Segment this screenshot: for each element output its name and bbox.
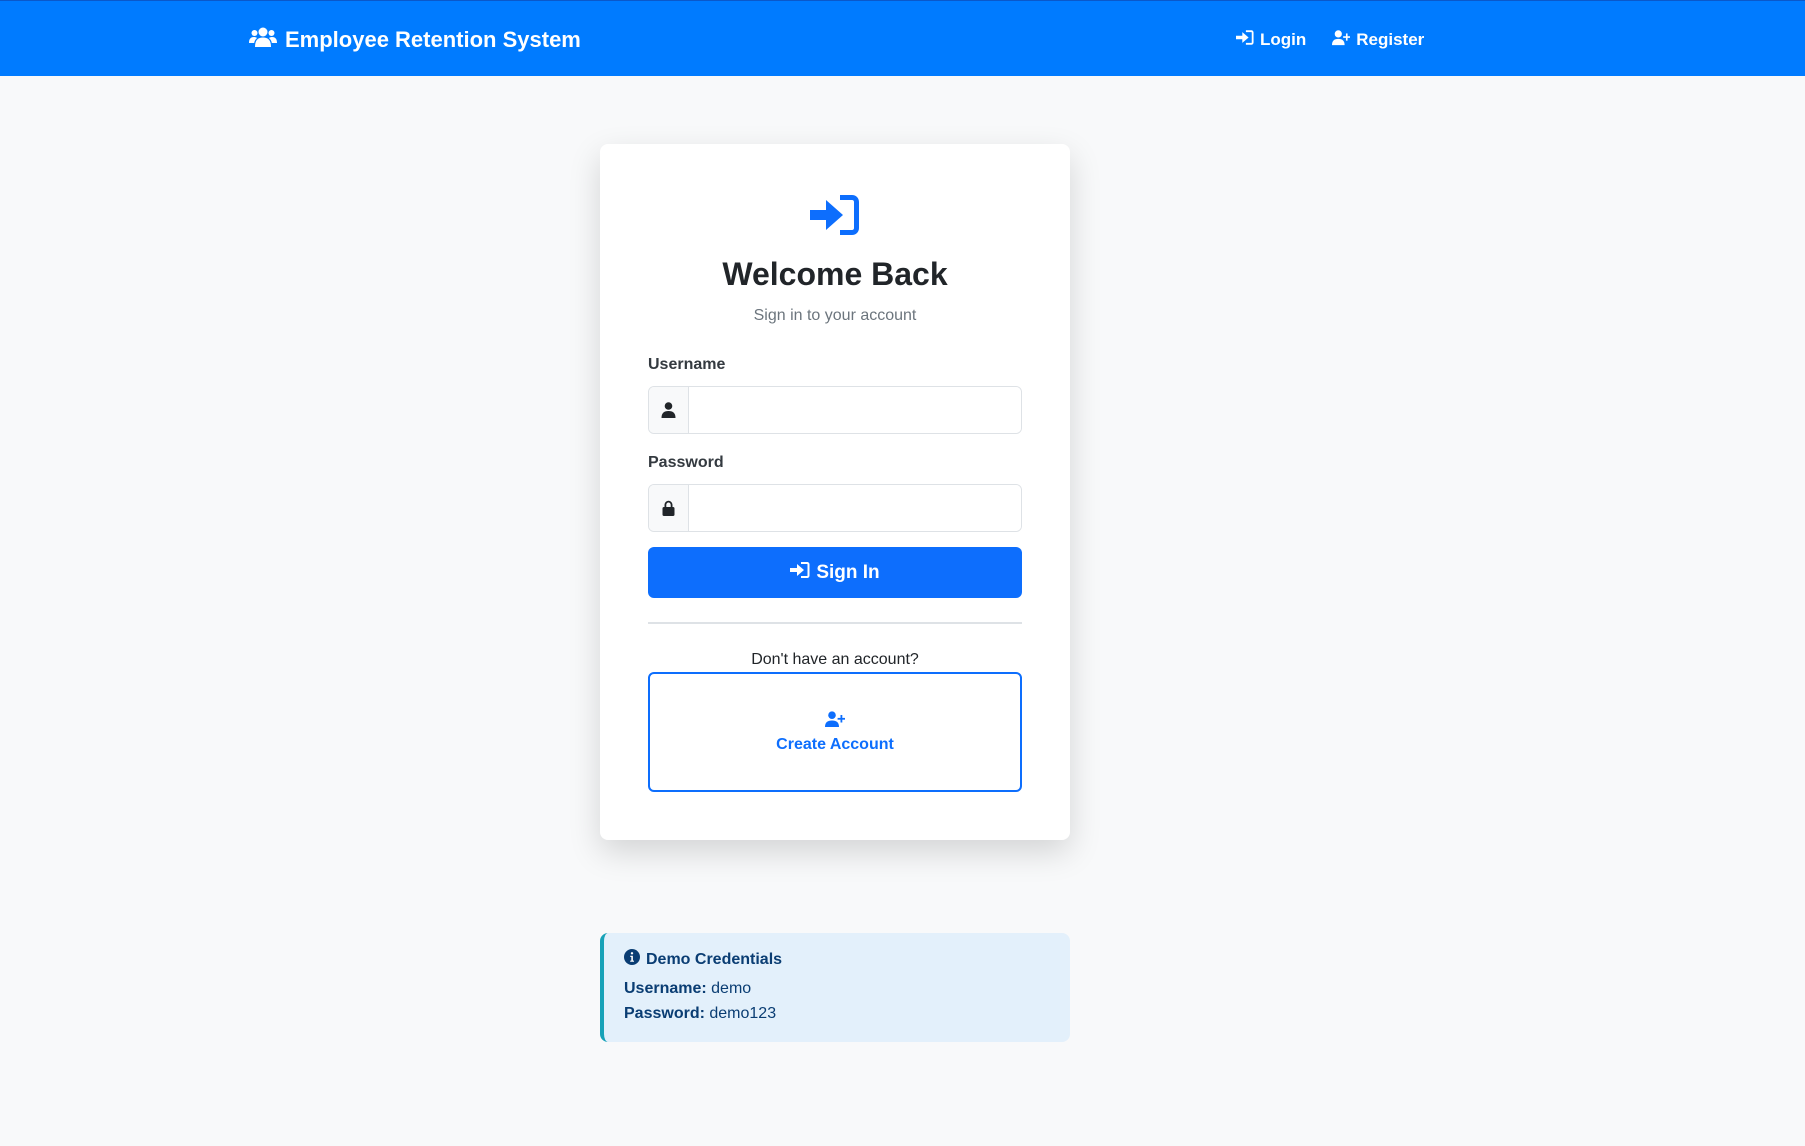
sign-in-button[interactable]: Sign In [648,547,1022,598]
info-circle-icon [624,949,640,970]
demo-username-value: demo [711,980,752,997]
navbar: Employee Retention System Login Register [0,0,1805,76]
users-icon [249,26,277,54]
sign-in-icon [1236,29,1254,51]
password-input-group [648,484,1022,532]
page-title: Welcome Back [722,256,948,292]
brand-title: Employee Retention System [285,27,581,52]
lock-icon [649,485,689,531]
no-account-text: Don't have an account? [751,651,919,668]
username-label: Username [648,356,726,373]
username-input[interactable] [689,387,1021,433]
login-card: Welcome Back Sign in to your account Use… [600,144,1070,840]
divider [648,622,1022,624]
nav-login-link[interactable]: Login [1236,29,1306,51]
demo-username-label: Username: [624,980,707,997]
nav-login-label: Login [1260,30,1307,49]
password-label: Password [648,454,724,471]
nav-register-label: Register [1356,30,1425,49]
demo-password-line: Password: demo123 [624,1005,1050,1023]
user-plus-icon [1332,29,1351,51]
sign-in-button-label: Sign In [816,561,880,583]
demo-credentials-alert: Demo Credentials Username: demo Password… [600,933,1070,1042]
user-plus-icon [825,710,846,732]
nav-register-link[interactable]: Register [1332,29,1424,51]
demo-password-label: Password: [624,1005,705,1022]
demo-password-value: demo123 [709,1005,777,1022]
nav-links: Login Register [1236,29,1424,51]
user-icon [649,387,689,433]
demo-username-line: Username: demo [624,980,1050,998]
create-account-label: Create Account [776,735,894,753]
page-subtitle: Sign in to your account [753,307,917,324]
username-input-group [648,386,1022,434]
create-account-button[interactable]: Create Account [648,672,1022,792]
demo-credentials-title: Demo Credentials [646,950,783,968]
sign-in-icon [810,194,860,236]
brand[interactable]: Employee Retention System [249,26,581,54]
demo-credentials-header: Demo Credentials [624,949,1050,970]
password-input[interactable] [689,485,1021,531]
sign-in-icon [790,561,810,585]
